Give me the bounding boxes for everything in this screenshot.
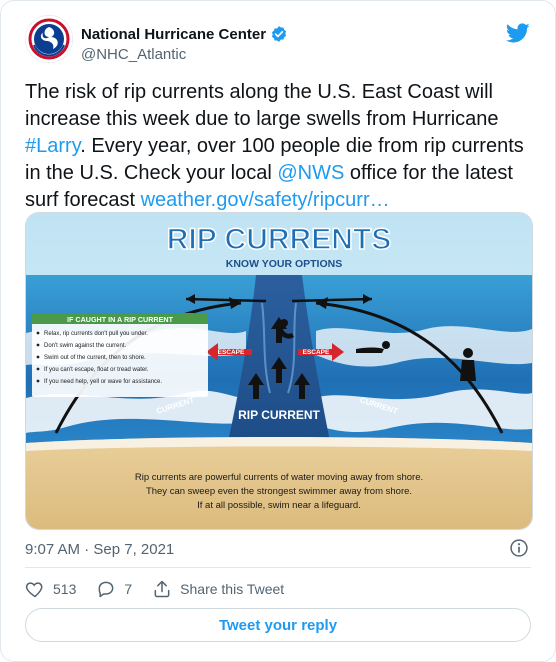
tip-3: Swim out of the current, then to shore. — [44, 355, 146, 361]
caption-line-3: If at all possible, swim near a lifeguar… — [197, 500, 361, 511]
verified-badge-icon — [271, 26, 287, 42]
share-icon — [154, 580, 170, 598]
author-handle[interactable]: @NHC_Atlantic — [81, 46, 186, 63]
rip-current-label: RIP CURRENT — [238, 408, 320, 422]
twitter-bird-icon[interactable] — [506, 21, 530, 45]
infographic-subtitle: KNOW YOUR OPTIONS — [226, 258, 342, 270]
escape-left-label: ESCAPE — [218, 349, 245, 356]
caption-line-1: Rip currents are powerful currents of wa… — [135, 472, 423, 483]
mention-link[interactable]: @NWS — [277, 162, 344, 184]
divider — [25, 567, 531, 568]
nhc-logo-icon — [25, 15, 73, 63]
tip-2: Don't swim against the current. — [44, 343, 127, 349]
avatar[interactable] — [25, 15, 73, 63]
tip-4: If you can't escape, float or tread wate… — [44, 367, 149, 373]
caption-line-2: They can sweep even the strongest swimme… — [146, 486, 412, 497]
share-label: Share this Tweet — [180, 581, 285, 597]
panel-title: IF CAUGHT IN A RIP CURRENT — [67, 315, 174, 324]
tweet-text-part1: The risk of rip currents along the U.S. … — [25, 81, 499, 130]
tweet-card: National Hurricane Center @NHC_Atlantic … — [0, 0, 556, 662]
hashtag-link[interactable]: #Larry — [25, 135, 80, 157]
share-action[interactable]: Share this Tweet — [152, 579, 284, 599]
tweet-media[interactable]: RIP CURRENTS KNOW YOUR OPTIONS ESCAPE ES… — [25, 212, 533, 530]
tweet-your-reply-button[interactable]: Tweet your reply — [25, 608, 531, 642]
tweet-text: The risk of rip currents along the U.S. … — [25, 79, 533, 214]
author-name-label: National Hurricane Center — [81, 25, 267, 43]
url-link[interactable]: weather.gov/safety/ripcurr… — [141, 189, 390, 211]
like-action[interactable]: 513 — [25, 579, 76, 599]
author-name[interactable]: National Hurricane Center — [81, 25, 288, 43]
reply-icon — [98, 581, 114, 598]
heart-icon — [25, 582, 43, 598]
rip-currents-infographic: RIP CURRENTS KNOW YOUR OPTIONS ESCAPE ES… — [26, 213, 532, 529]
tweet-timestamp[interactable]: 9:07 AM · Sep 7, 2021 — [25, 541, 174, 558]
like-count: 513 — [53, 581, 77, 597]
tip-1: Relax, rip currents don't pull you under… — [44, 331, 148, 337]
reply-action[interactable]: 7 — [96, 579, 132, 599]
escape-right-label: ESCAPE — [303, 349, 330, 356]
infographic-title: RIP CURRENTS — [167, 223, 391, 256]
tweet-actions: 513 7 Share this Tweet — [25, 579, 304, 599]
reply-count: 7 — [124, 581, 133, 597]
tip-5: If you need help, yell or wave for assis… — [44, 379, 162, 385]
info-icon[interactable] — [509, 538, 529, 558]
